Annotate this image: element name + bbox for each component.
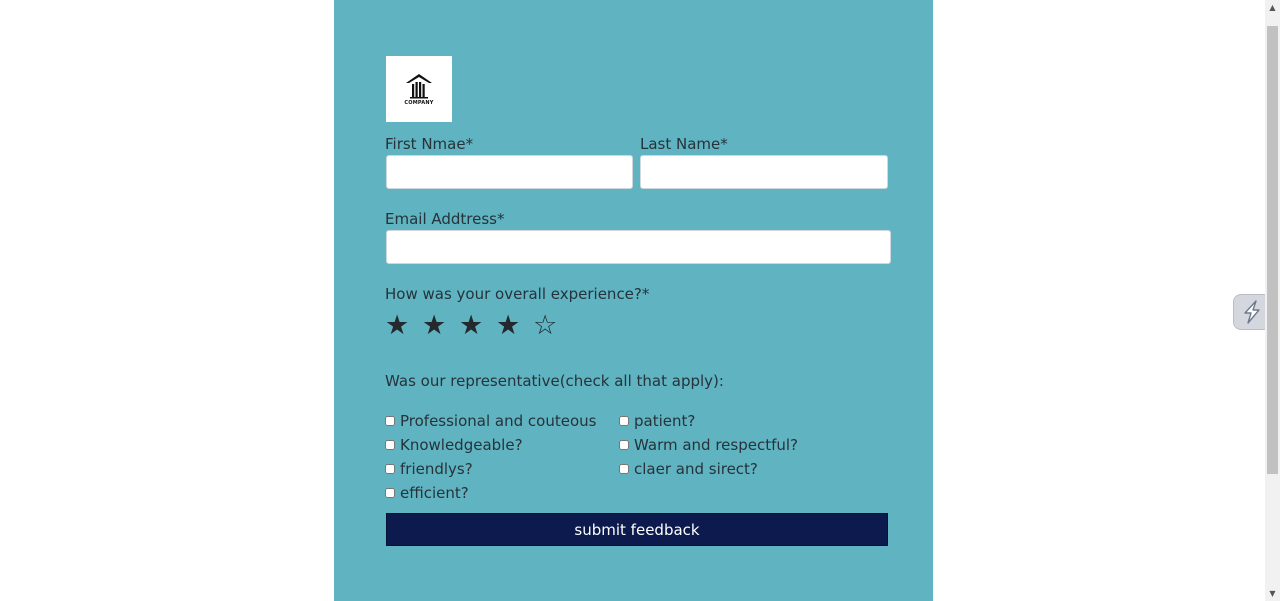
email-input[interactable] bbox=[386, 230, 891, 264]
checkbox-label: friendlys? bbox=[400, 460, 473, 478]
star-filled-icon[interactable]: ★ bbox=[422, 310, 459, 342]
star-empty-icon[interactable]: ☆ bbox=[533, 310, 570, 342]
first-name-input[interactable] bbox=[386, 155, 633, 189]
chevron-down-icon[interactable]: ▼ bbox=[1265, 586, 1280, 601]
vertical-scrollbar[interactable]: ▲ ▼ bbox=[1265, 0, 1280, 601]
checkbox[interactable] bbox=[385, 488, 395, 498]
representative-label: Was our representative(check all that ap… bbox=[385, 372, 724, 390]
checkbox[interactable] bbox=[385, 416, 395, 426]
building-columns-icon bbox=[406, 73, 432, 98]
star-rating: ★ ★ ★ ★ ☆ bbox=[385, 310, 570, 342]
checkbox-label: Professional and couteous bbox=[400, 412, 597, 430]
last-name-label: Last Name* bbox=[640, 135, 728, 153]
checkbox-option[interactable]: Knowledgeable? bbox=[385, 435, 523, 455]
checkbox[interactable] bbox=[619, 440, 629, 450]
checkbox-option[interactable]: patient? bbox=[619, 411, 695, 431]
last-name-input[interactable] bbox=[640, 155, 888, 189]
checkbox-option[interactable]: friendlys? bbox=[385, 459, 473, 479]
checkbox-label: Warm and respectful? bbox=[634, 436, 799, 454]
chevron-up-icon[interactable]: ▲ bbox=[1265, 0, 1280, 15]
checkbox-option[interactable]: Professional and couteous bbox=[385, 411, 596, 431]
logo-wordmark: COMPANY bbox=[404, 99, 434, 106]
star-filled-icon[interactable]: ★ bbox=[459, 310, 496, 342]
checkbox-label: efficient? bbox=[400, 484, 469, 502]
checkbox[interactable] bbox=[385, 464, 395, 474]
checkbox[interactable] bbox=[385, 440, 395, 450]
scrollbar-thumb[interactable] bbox=[1267, 26, 1278, 474]
experience-label: How was your overall experience?* bbox=[385, 285, 650, 303]
first-name-label: First Nmae* bbox=[385, 135, 474, 153]
star-filled-icon[interactable]: ★ bbox=[385, 310, 422, 342]
submit-feedback-button[interactable]: submit feedback bbox=[386, 513, 888, 546]
lightning-bolt-icon bbox=[1244, 300, 1260, 324]
checkbox-option[interactable]: Warm and respectful? bbox=[619, 435, 798, 455]
checkbox-label: Knowledgeable? bbox=[400, 436, 523, 454]
email-label: Email Addtress* bbox=[385, 210, 505, 228]
checkbox-option[interactable]: efficient? bbox=[385, 483, 469, 503]
checkbox-label: patient? bbox=[634, 412, 696, 430]
checkbox[interactable] bbox=[619, 416, 629, 426]
checkbox-label: claer and sirect? bbox=[634, 460, 758, 478]
checkbox[interactable] bbox=[619, 464, 629, 474]
feedback-form-card: COMPANY First Nmae* Last Name* Email Add… bbox=[334, 0, 933, 601]
star-filled-icon[interactable]: ★ bbox=[496, 310, 533, 342]
company-logo: COMPANY bbox=[386, 56, 452, 122]
checkbox-option[interactable]: claer and sirect? bbox=[619, 459, 758, 479]
